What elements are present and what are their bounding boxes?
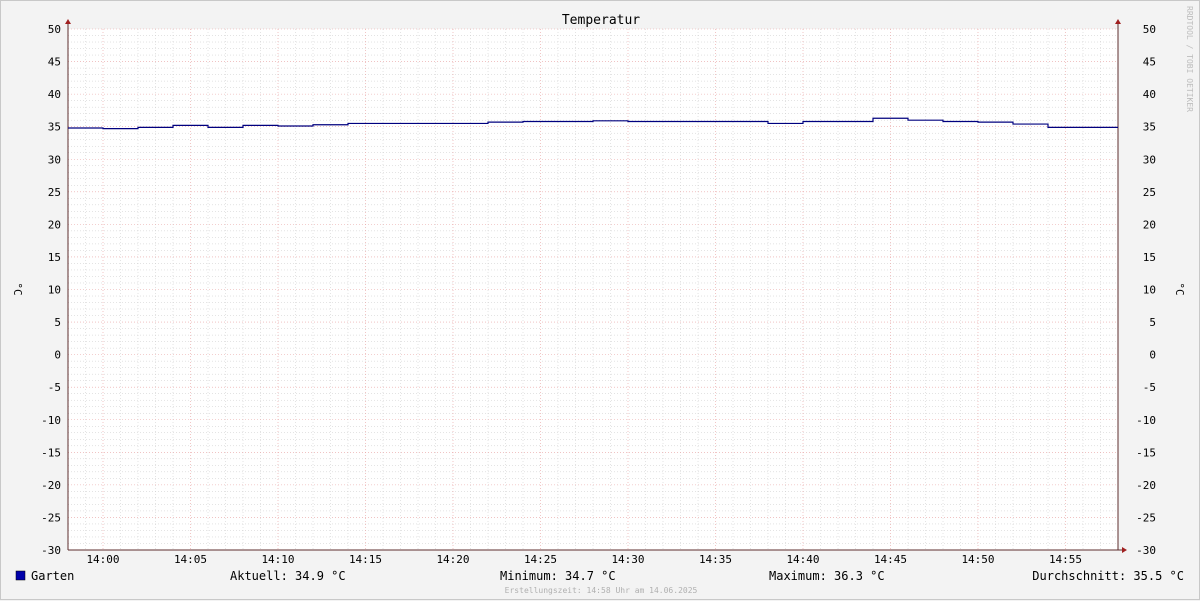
y-tick-label-right: 25 [1143,186,1156,199]
y-tick-label-left: 50 [48,23,61,36]
y-tick-labels-left: 50454035302520151050-5-10-15-20-25-30 [41,23,61,557]
y-tick-label-right: -20 [1136,479,1156,492]
chart-title: Temperatur [562,13,640,28]
y-tick-label-right: 5 [1149,316,1156,329]
y-tick-label-left: 5 [54,316,61,329]
y-tick-label-right: -15 [1136,446,1156,459]
y-tick-label-right: 20 [1143,218,1156,231]
y-axis-arrow-right [1115,19,1121,24]
y-tick-label-right: -30 [1136,544,1156,557]
x-tick-label: 14:00 [86,553,119,566]
y-tick-label-right: 0 [1149,349,1156,362]
y-tick-label-right: -25 [1136,511,1156,524]
x-tick-label: 14:30 [611,553,644,566]
y-tick-label-right: 40 [1143,88,1156,101]
y-tick-label-left: 35 [48,121,61,134]
y-tick-label-right: 30 [1143,153,1156,166]
y-tick-label-right: 15 [1143,251,1156,264]
legend-average: Durchschnitt: 35.5 °C [1032,569,1184,583]
x-tick-label: 14:10 [261,553,294,566]
x-axis-arrow [1122,547,1127,553]
y-tick-label-right: 50 [1143,23,1156,36]
y-tick-label-left: 30 [48,153,61,166]
x-tick-label: 14:25 [524,553,557,566]
y-axis-arrow-left [65,19,71,24]
legend-current: Aktuell: 34.9 °C [230,569,346,583]
creation-time: Erstellungszeit: 14:58 Uhr am 14.06.2025 [505,586,698,595]
watermark: RRDTOOL / TOBI OETIKER [1185,6,1194,112]
y-tick-label-left: -30 [41,544,61,557]
x-tick-label: 14:45 [874,553,907,566]
legend-maximum: Maximum: 36.3 °C [769,569,885,583]
y-tick-label-left: 10 [48,284,61,297]
y-tick-labels-right: 50454035302520151050-5-10-15-20-25-30 [1136,23,1156,557]
x-tick-labels: 14:00 14:05 14:10 14:15 14:20 14:25 14:30 14:35… [86,553,1082,566]
y-tick-label-left: -25 [41,511,61,524]
y-tick-label-left: 20 [48,218,61,231]
legend-swatch [15,570,26,581]
legend-series-name: Garten [31,569,74,583]
y-tick-label-right: 45 [1143,56,1156,69]
y-tick-label-right: -10 [1136,414,1156,427]
y-tick-label-right: 10 [1143,284,1156,297]
y-tick-label-right: 35 [1143,121,1156,134]
x-tick-label: 14:35 [699,553,732,566]
chart-frame: 50 45 40 35 30 25 20 15 10 5 0 -5 -10 -15 -20 -25 -30 50… [0,0,1200,600]
x-tick-label: 14:20 [436,553,469,566]
x-tick-label: 14:05 [174,553,207,566]
x-tick-label: 14:40 [786,553,819,566]
x-tick-label: 14:55 [1049,553,1082,566]
y-tick-label-left: -10 [41,414,61,427]
x-tick-label: 14:15 [349,553,382,566]
y-tick-label-left: -15 [41,446,61,459]
y-tick-label-left: -5 [48,381,61,394]
y-axis-title-right: °C [1173,282,1186,295]
temperature-chart: 50454035302520151050-5-10-15-20-25-30 50… [11,6,1194,595]
x-tick-label: 14:50 [961,553,994,566]
y-axis-title-left: °C [11,282,24,295]
y-tick-label-right: -5 [1143,381,1156,394]
y-tick-label-left: 0 [54,349,61,362]
y-tick-label-left: 45 [48,56,61,69]
y-tick-label-left: 40 [48,88,61,101]
y-tick-label-left: 25 [48,186,61,199]
y-tick-label-left: -20 [41,479,61,492]
y-tick-label-left: 15 [48,251,61,264]
legend-minimum: Minimum: 34.7 °C [500,569,616,583]
